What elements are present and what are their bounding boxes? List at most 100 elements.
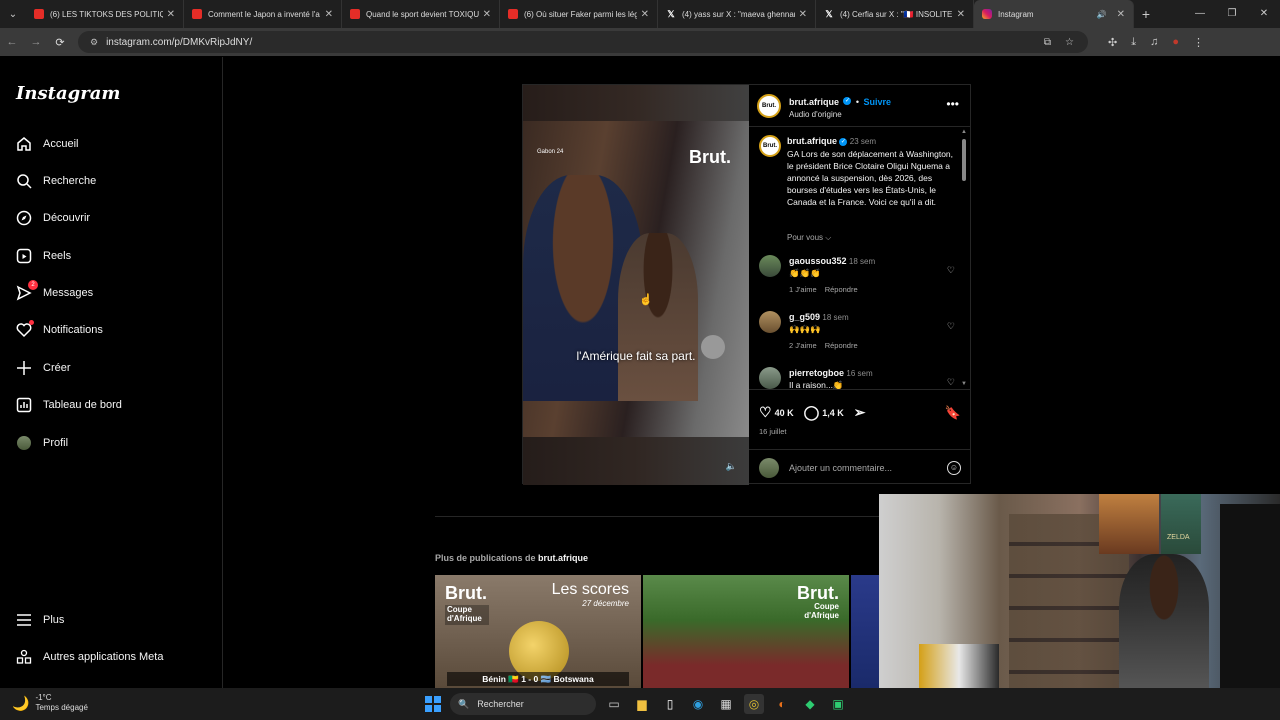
like-comment-icon[interactable]: ♡ (947, 321, 955, 332)
comment-button[interactable]: ◯ 1,4 K (804, 404, 844, 421)
wechat-icon[interactable]: ▣ (828, 694, 848, 714)
close-window-icon[interactable]: ✕ (1248, 0, 1280, 28)
video-player[interactable]: Gabon 24 Brut. l'Amérique fait sa part. … (523, 85, 749, 485)
edge-icon[interactable]: ◉ (688, 694, 708, 714)
sidebar-item-profil[interactable]: Profil (16, 435, 68, 451)
browser-tab[interactable]: (6) Où situer Faker parmi les lég ✕ (500, 0, 658, 28)
firefox-icon[interactable]: ◐ (772, 694, 792, 714)
like-comment-icon[interactable]: ♡ (947, 265, 955, 276)
sidebar-item-decouvrir[interactable]: Découvrir (16, 210, 90, 226)
sidebar-item-creer[interactable]: Créer (16, 360, 71, 376)
taskbar-search[interactable]: 🔍 Rechercher (450, 693, 596, 715)
author-avatar[interactable]: Brut. (759, 135, 781, 157)
comments-scrollbar[interactable]: ▲ ▼ (961, 129, 967, 387)
sidebar-item-messages[interactable]: 2 Messages (16, 280, 93, 301)
post-caption: Brut. brut.afrique ✓ 23 sem GA Lors de s… (759, 135, 959, 208)
close-icon[interactable]: ✕ (641, 9, 649, 20)
avatar[interactable] (759, 255, 781, 277)
sidebar-item-accueil[interactable]: Accueil (16, 136, 78, 152)
more-options-icon[interactable]: ••• (946, 97, 959, 111)
windows-start-icon[interactable] (425, 696, 441, 712)
video-subtitle: l'Amérique fait sa part. (576, 349, 696, 363)
post-card: Gabon 24 Brut. l'Amérique fait sa part. … (522, 84, 971, 485)
scroll-down-icon[interactable]: ▼ (961, 381, 967, 387)
more-post-thumbnail[interactable] (851, 575, 879, 688)
site-info-icon[interactable]: ⚙ (90, 37, 98, 48)
hamburger-icon (16, 612, 32, 628)
more-post-thumbnail[interactable]: Brut. Coupe d'Afrique Les scores 27 décem… (435, 575, 641, 688)
youtube-icon (34, 9, 44, 19)
sound-icon[interactable]: 🔈 (726, 461, 737, 472)
search-icon (16, 173, 32, 189)
media-icon[interactable]: ♫ (1150, 36, 1158, 49)
new-tab-button[interactable]: + (1134, 6, 1158, 22)
file-explorer-icon[interactable]: ▆ (632, 694, 652, 714)
avatar[interactable] (759, 311, 781, 333)
browser-tab-active[interactable]: Instagram 🔊 ✕ (974, 0, 1134, 28)
x-icon: 𝕏 (825, 8, 833, 19)
heart-icon (16, 320, 34, 338)
sidebar-item-meta-apps[interactable]: Autres applications Meta (16, 649, 163, 665)
browser-tab[interactable]: Comment le Japon a inventé l'a ✕ (184, 0, 342, 28)
scroll-up-icon[interactable]: ▲ (961, 129, 967, 135)
comments-panel[interactable]: Brut. brut.afrique ✓ 23 sem GA Lors de s… (749, 127, 971, 389)
like-comment-icon[interactable]: ♡ (947, 377, 955, 388)
chrome-icon[interactable]: ◎ (744, 694, 764, 714)
close-icon[interactable]: ✕ (799, 9, 807, 20)
more-post-thumbnail[interactable]: Brut. Coupe d'Afrique (643, 575, 849, 688)
close-icon[interactable]: ✕ (1117, 9, 1125, 20)
sidebar-item-recherche[interactable]: Recherche (16, 173, 96, 189)
restore-icon[interactable]: ❐ (1216, 0, 1248, 28)
follow-button[interactable]: Suivre (864, 97, 892, 107)
install-app-icon[interactable]: ⧉ (1044, 37, 1051, 48)
sidebar-item-notifications[interactable]: Notifications (16, 320, 103, 338)
like-button[interactable]: ♡ 40 K (759, 404, 794, 421)
task-view-icon[interactable]: ▭ (604, 694, 624, 714)
bookmark-icon[interactable]: 🔖 (945, 405, 961, 421)
browser-tab[interactable]: (6) LES TIKTOKS DES POLITIQUE✕ (26, 0, 184, 28)
file-icon[interactable]: ▯ (660, 694, 680, 714)
comment-item: gaoussou352 18 sem 👏👏👏 1 J'aime Répondre … (759, 255, 959, 295)
add-comment-input[interactable]: Ajouter un commentaire... (789, 463, 892, 473)
for-you-toggle[interactable]: Pour vous ⌵ (787, 233, 831, 243)
download-icon[interactable]: ⤓ (1131, 36, 1136, 49)
speaker-icon[interactable]: 🔊 (1097, 10, 1107, 19)
share-button[interactable]: ➢ (854, 404, 869, 421)
app-icon[interactable]: ◆ (800, 694, 820, 714)
browser-tabbar: ⌄ (6) LES TIKTOKS DES POLITIQUE✕ Comment… (0, 0, 1280, 28)
back-icon[interactable]: ← (0, 36, 24, 48)
sidebar-item-plus[interactable]: Plus (16, 612, 64, 628)
author-username[interactable]: brut.afrique (789, 97, 839, 107)
sidebar-item-reels[interactable]: Reels (16, 248, 71, 264)
browser-tab[interactable]: Quand le sport devient TOXIQU ✕ (342, 0, 500, 28)
profile-icon[interactable]: ● (1172, 36, 1179, 49)
heart-icon: ♡ (759, 404, 772, 420)
close-icon[interactable]: ✕ (325, 9, 333, 20)
comment-item: pierretogboe 16 sem Il a raison...👏 ♡ (759, 367, 959, 389)
browser-tab[interactable]: 𝕏 (4) Cerfia sur X : "🇫🇷 INSOLITE | ✕ (816, 0, 974, 28)
minimize-icon[interactable]: — (1184, 0, 1216, 28)
weather-widget[interactable]: 🌙 -1°C Temps dégagé (12, 693, 88, 714)
extensions-icon[interactable]: ✣ (1108, 36, 1117, 49)
plus-icon (16, 360, 32, 376)
audio-link[interactable]: Audio d'origine (789, 110, 891, 120)
tab-list-icon[interactable]: ⌄ (0, 0, 26, 28)
close-icon[interactable]: ✕ (483, 9, 491, 20)
unread-badge: 2 (28, 280, 38, 290)
search-icon: 🔍 (458, 698, 470, 709)
forward-icon[interactable]: → (24, 36, 48, 48)
bookmark-star-icon[interactable]: ☆ (1065, 37, 1074, 48)
store-icon[interactable]: ▦ (716, 694, 736, 714)
browser-tab[interactable]: 𝕏 (4) yass sur X : "maeva ghennam ✕ (658, 0, 816, 28)
sidebar-item-tableau-de-bord[interactable]: Tableau de bord (16, 397, 122, 413)
menu-icon[interactable]: ⋮ (1193, 36, 1204, 49)
emoji-icon[interactable]: ☺ (947, 460, 961, 475)
close-icon[interactable]: ✕ (957, 9, 965, 20)
instagram-logo[interactable]: Instagram (16, 83, 120, 104)
avatar[interactable] (759, 367, 781, 389)
author-avatar[interactable]: Brut. (757, 93, 781, 118)
close-icon[interactable]: ✕ (167, 9, 175, 20)
reload-icon[interactable]: ⟳ (48, 36, 72, 49)
url-field[interactable]: ⚙ instagram.com/p/DMKvRipJdNY/ ⧉ ☆ (78, 31, 1088, 53)
hand-cursor-icon: ☝ (639, 294, 653, 306)
